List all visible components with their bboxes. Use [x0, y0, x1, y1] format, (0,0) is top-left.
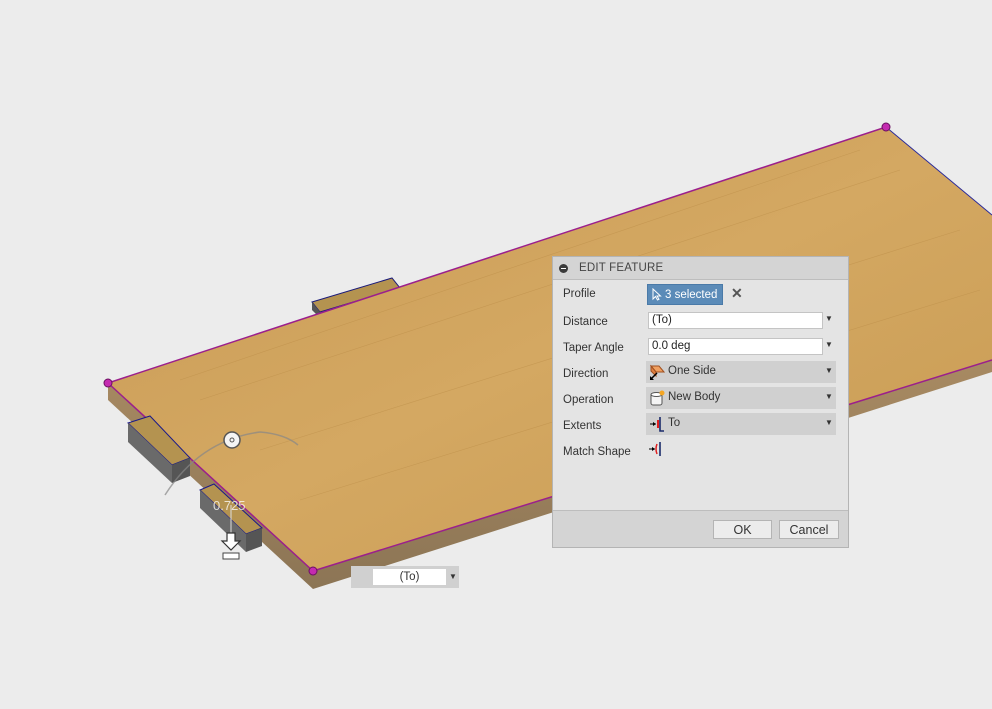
direction-value: One Side [668, 365, 716, 377]
direction-row: Direction One Side ▼ [553, 361, 848, 386]
collapse-icon[interactable] [559, 263, 568, 273]
profile-selection-chip[interactable]: 3 selected [647, 284, 723, 305]
chevron-down-icon[interactable]: ▼ [825, 340, 833, 349]
extents-value: To [668, 417, 681, 429]
direction-dropdown[interactable]: One Side ▼ [646, 361, 836, 383]
vertex-point[interactable] [881, 122, 891, 132]
distance-input[interactable]: (To) [648, 312, 823, 329]
vertex-point[interactable] [308, 566, 318, 576]
chevron-down-icon[interactable]: ▼ [825, 314, 833, 323]
vertex-point[interactable] [103, 378, 113, 388]
dialog-title: EDIT FEATURE [579, 262, 664, 274]
taper-angle-label: Taper Angle [563, 342, 624, 354]
operation-dropdown[interactable]: New Body ▼ [646, 387, 836, 409]
profile-label: Profile [563, 288, 596, 300]
chevron-down-icon: ▼ [825, 392, 833, 401]
distance-dimension-label: 0.725 [213, 498, 246, 513]
edit-feature-dialog: EDIT FEATURE Profile 3 selected ✕ Distan… [552, 256, 849, 548]
chevron-down-icon: ▼ [825, 418, 833, 427]
floating-extent-value[interactable]: (To) [373, 569, 446, 585]
cancel-button[interactable]: Cancel [779, 520, 839, 539]
extent-to-icon [650, 417, 664, 432]
profile-value: 3 selected [665, 288, 718, 301]
match-shape-icon[interactable] [648, 441, 664, 457]
ok-button[interactable]: OK [713, 520, 772, 539]
taper-angle-input[interactable]: 0.0 deg [648, 338, 823, 355]
profile-row: Profile 3 selected ✕ [553, 284, 848, 306]
one-side-direction-icon [649, 364, 665, 380]
dialog-header: EDIT FEATURE [553, 257, 848, 280]
direction-label: Direction [563, 368, 609, 380]
cursor-arrow-icon [652, 288, 662, 301]
extents-label: Extents [563, 420, 602, 432]
match-shape-label: Match Shape [563, 446, 631, 458]
extents-row: Extents To ▼ [553, 413, 848, 438]
chevron-down-icon: ▼ [825, 366, 833, 375]
new-body-icon [650, 390, 665, 406]
match-shape-row: Match Shape [553, 442, 848, 464]
dialog-footer: OK Cancel [553, 510, 848, 547]
operation-label: Operation [563, 394, 614, 406]
taper-angle-row: Taper Angle 0.0 deg ▼ [553, 338, 848, 360]
floating-extent-dropdown[interactable]: (To) ▼ [351, 566, 459, 588]
taper-handle[interactable] [223, 431, 241, 449]
operation-value: New Body [668, 391, 721, 403]
distance-row: Distance (To) ▼ [553, 312, 848, 334]
distance-label: Distance [563, 316, 608, 328]
clear-selection-icon[interactable]: ✕ [731, 285, 743, 302]
chevron-down-icon[interactable]: ▼ [449, 572, 457, 581]
operation-row: Operation New Body ▼ [553, 387, 848, 412]
extents-dropdown[interactable]: To ▼ [646, 413, 836, 435]
